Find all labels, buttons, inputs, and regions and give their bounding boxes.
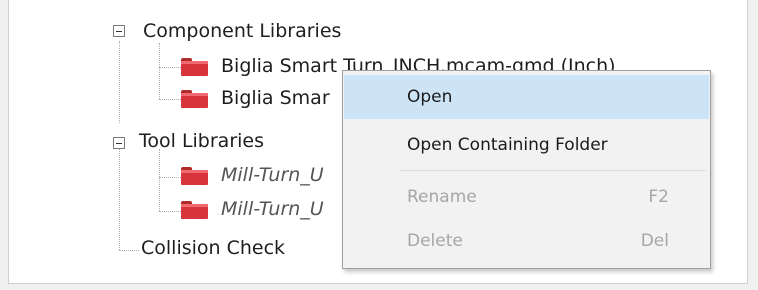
menu-item-label: Open	[407, 87, 453, 107]
red-folder-icon	[181, 58, 208, 76]
context-menu: Open Open Containing Folder Rename F2 De…	[342, 70, 711, 269]
tree-connector	[159, 99, 181, 100]
tree-node-label: Tool Libraries	[139, 130, 265, 152]
tree-connector	[159, 177, 181, 178]
tree-connector	[119, 147, 120, 250]
collapse-minus-icon[interactable]	[113, 25, 125, 37]
tree-connector	[159, 211, 181, 212]
red-folder-icon	[181, 90, 208, 108]
tree-node-label: Component Libraries	[143, 20, 342, 42]
collapse-minus-icon[interactable]	[113, 137, 125, 149]
menu-separator	[399, 170, 706, 171]
tree-item-label: Mill-Turn_U	[221, 164, 324, 186]
menu-item-delete[interactable]: Delete Del	[344, 219, 709, 263]
menu-item-label: Delete	[407, 231, 463, 251]
tree-connector	[119, 250, 139, 251]
tree-node-label: Collision Check	[141, 237, 286, 259]
tree-connector	[159, 149, 160, 211]
menu-item-open[interactable]: Open	[344, 75, 709, 119]
menu-item-shortcut: Del	[640, 231, 669, 251]
menu-item-rename[interactable]: Rename F2	[344, 175, 709, 219]
tree-connector	[159, 43, 160, 99]
red-folder-icon	[181, 201, 208, 219]
tree-connector	[119, 41, 120, 123]
tree-connector	[159, 67, 181, 68]
menu-item-shortcut: F2	[648, 187, 669, 207]
red-folder-icon	[181, 167, 208, 185]
menu-item-label: Rename	[407, 187, 477, 207]
menu-item-open-containing-folder[interactable]: Open Containing Folder	[344, 123, 709, 167]
menu-item-label: Open Containing Folder	[407, 135, 608, 155]
tree-item-label: Mill-Turn_U	[221, 198, 324, 220]
tree-item-label: Biglia Smar	[221, 87, 330, 109]
